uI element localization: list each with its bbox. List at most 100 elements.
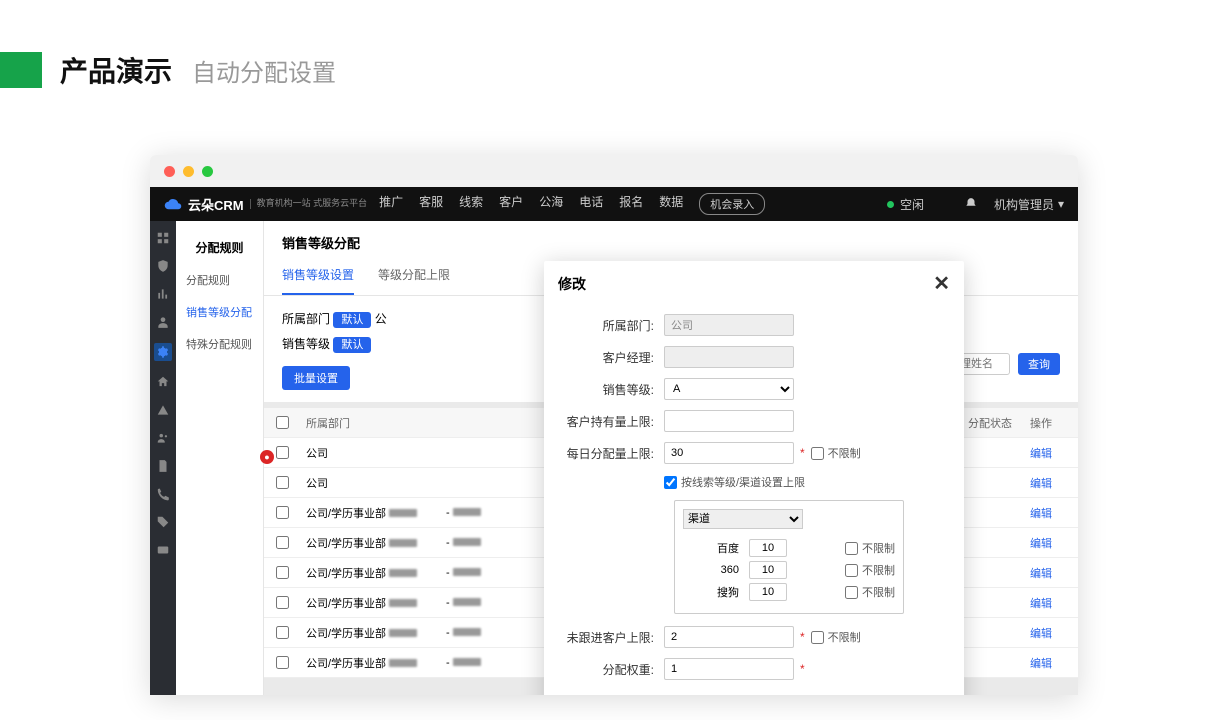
content-area: 销售等级分配 销售等级设置 等级分配上限 所属部门 默认 公 销售等级 默认 批… — [264, 221, 1078, 695]
search-button[interactable]: 查询 — [1018, 353, 1060, 375]
tab[interactable]: 等级分配上限 — [378, 256, 450, 295]
channel-name: 百度 — [683, 540, 739, 556]
channel-limit-input[interactable] — [749, 539, 787, 557]
nav-item[interactable]: 电话 — [579, 193, 603, 215]
input-hold-limit[interactable] — [664, 410, 794, 432]
secondary-item[interactable]: 销售等级分配 — [176, 296, 263, 328]
col-dept: 所属部门 — [300, 415, 440, 431]
row-checkbox[interactable] — [276, 626, 289, 639]
row-checkbox[interactable] — [276, 656, 289, 669]
nav-items: 推广 客服 线索 客户 公海 电话 报名 数据 机会录入 — [379, 193, 765, 215]
channel-name: 搜狗 — [683, 584, 739, 600]
chart-icon[interactable] — [156, 287, 170, 301]
people-icon[interactable] — [156, 431, 170, 445]
channel-name: 360 — [683, 564, 739, 576]
icon-rail — [150, 221, 176, 695]
status-indicator: 空闲 — [887, 196, 924, 213]
page-subtitle: 自动分配设置 — [192, 53, 336, 88]
notification-badge[interactable]: ● — [260, 450, 274, 464]
nav-item[interactable]: 报名 — [619, 193, 643, 215]
nav-item[interactable]: 数据 — [659, 193, 683, 215]
browser-window: 云朵CRM 教育机构一站 式服务云平台 推广 客服 线索 客户 公海 电话 报名… — [150, 155, 1078, 695]
edit-link[interactable]: 编辑 — [1030, 478, 1052, 490]
card-icon[interactable] — [156, 543, 170, 557]
content-heading: 销售等级分配 — [264, 221, 1078, 256]
channel-limit-input[interactable] — [749, 583, 787, 601]
row-checkbox[interactable] — [276, 476, 289, 489]
channel-limit-input[interactable] — [749, 561, 787, 579]
label-manager: 客户经理: — [564, 349, 664, 366]
home-icon[interactable] — [156, 375, 170, 389]
channel-type-select[interactable]: 渠道 — [683, 509, 803, 529]
level-default-tag[interactable]: 默认 — [333, 337, 371, 353]
channel-unlimited-checkbox[interactable] — [845, 586, 858, 599]
tag-icon[interactable] — [156, 515, 170, 529]
select-all-checkbox[interactable] — [276, 416, 289, 429]
row-checkbox[interactable] — [276, 566, 289, 579]
row-checkbox[interactable] — [276, 506, 289, 519]
row-dept: 公司/学历事业部 — [300, 535, 440, 551]
edit-link[interactable]: 编辑 — [1030, 598, 1052, 610]
nav-item[interactable]: 客户 — [499, 193, 523, 215]
label-hold-limit: 客户持有量上限: — [564, 413, 664, 430]
cloud-icon — [164, 195, 182, 213]
row-checkbox[interactable] — [276, 596, 289, 609]
shield-icon[interactable] — [156, 259, 170, 273]
unfollow-unlimited-checkbox[interactable] — [811, 631, 824, 644]
tab[interactable]: 销售等级设置 — [282, 256, 354, 295]
nav-item[interactable]: 公海 — [539, 193, 563, 215]
col-status: 分配状态 — [962, 415, 1024, 431]
row-checkbox[interactable] — [276, 536, 289, 549]
nav-item[interactable]: 推广 — [379, 193, 403, 215]
channel-unlimited-checkbox[interactable] — [845, 542, 858, 555]
minimize-dot[interactable] — [183, 166, 194, 177]
edit-link[interactable]: 编辑 — [1030, 448, 1052, 460]
row-checkbox[interactable] — [276, 446, 289, 459]
status-text: 空闲 — [900, 196, 924, 213]
entry-button[interactable]: 机会录入 — [699, 193, 765, 215]
dept-default-tag[interactable]: 默认 — [333, 312, 371, 328]
row-dept: 公司 — [300, 445, 440, 461]
nav-item[interactable]: 客服 — [419, 193, 443, 215]
secondary-item[interactable]: 特殊分配规则 — [176, 328, 263, 360]
user-role-label: 机构管理员 — [994, 196, 1054, 213]
edit-link[interactable]: 编辑 — [1030, 508, 1052, 520]
label-daily-limit: 每日分配量上限: — [564, 445, 664, 462]
by-channel-label: 按线索等级/渠道设置上限 — [681, 474, 805, 490]
edit-link[interactable]: 编辑 — [1030, 658, 1052, 670]
close-icon[interactable]: ✕ — [933, 271, 950, 296]
phone-icon[interactable] — [156, 487, 170, 501]
maximize-dot[interactable] — [202, 166, 213, 177]
document-icon[interactable] — [156, 459, 170, 473]
edit-link[interactable]: 编辑 — [1030, 568, 1052, 580]
triangle-icon[interactable] — [156, 403, 170, 417]
input-unfollow[interactable] — [664, 626, 794, 648]
dept-extra: 公 — [375, 312, 387, 326]
brand-name: 云朵CRM — [188, 195, 244, 214]
user-icon[interactable] — [156, 315, 170, 329]
browser-chrome — [150, 155, 1078, 187]
edit-link[interactable]: 编辑 — [1030, 538, 1052, 550]
channel-unlimited-checkbox[interactable] — [845, 564, 858, 577]
input-daily-limit[interactable] — [664, 442, 794, 464]
daily-unlimited-checkbox[interactable] — [811, 447, 824, 460]
close-dot[interactable] — [164, 166, 175, 177]
brand-logo[interactable]: 云朵CRM 教育机构一站 式服务云平台 — [164, 195, 367, 214]
input-weight[interactable] — [664, 658, 794, 680]
grid-icon[interactable] — [156, 231, 170, 245]
title-accent — [0, 52, 42, 88]
nav-item[interactable]: 线索 — [459, 193, 483, 215]
settings-icon[interactable] — [154, 343, 172, 361]
top-nav: 云朵CRM 教育机构一站 式服务云平台 推广 客服 线索 客户 公海 电话 报名… — [150, 187, 1078, 221]
edit-link[interactable]: 编辑 — [1030, 628, 1052, 640]
row-dept: 公司/学历事业部 — [300, 595, 440, 611]
bell-icon[interactable] — [964, 197, 978, 211]
modal-title: 修改 — [558, 274, 586, 294]
col-action: 操作 — [1024, 415, 1078, 431]
secondary-item[interactable]: 分配规则 — [176, 264, 263, 296]
by-channel-checkbox[interactable] — [664, 476, 677, 489]
status-dot-icon — [887, 201, 894, 208]
select-level[interactable]: A — [664, 378, 794, 400]
batch-set-button[interactable]: 批量设置 — [282, 366, 350, 390]
user-role-dropdown[interactable]: 机构管理员 ▾ — [994, 196, 1064, 213]
